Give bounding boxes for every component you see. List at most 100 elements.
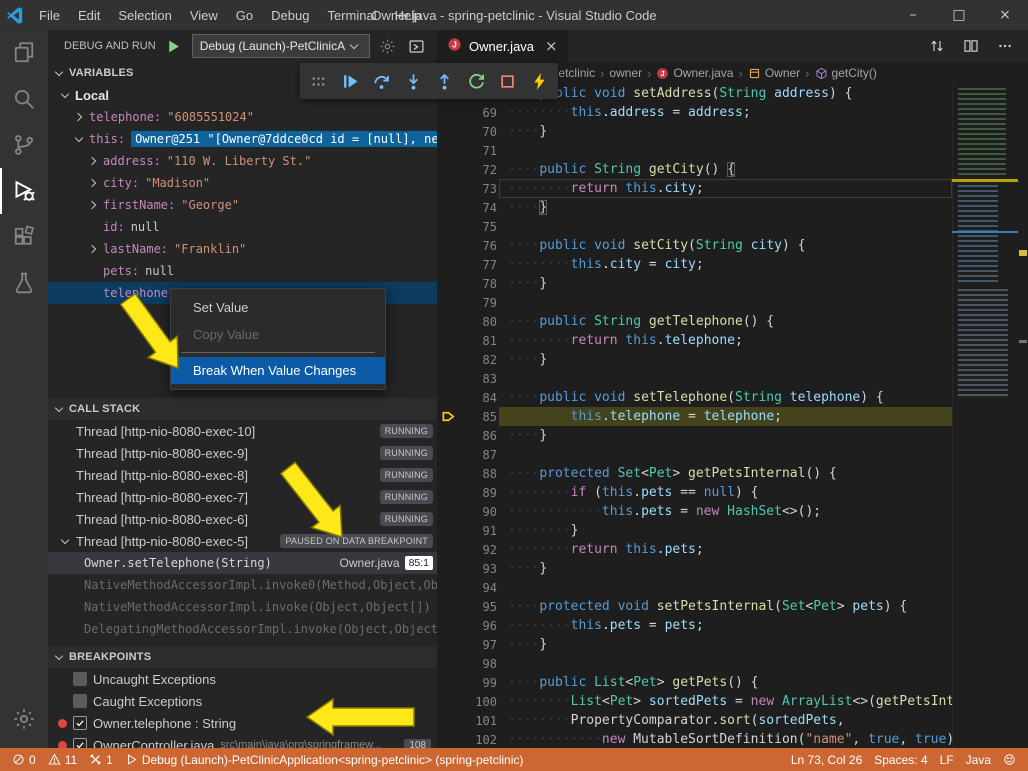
code-line-94[interactable]: 94 [437, 578, 952, 597]
code-line-70[interactable]: 70····} [437, 122, 952, 141]
code-line-78[interactable]: 78····} [437, 274, 952, 293]
gutter-margin[interactable] [437, 274, 459, 293]
gutter-margin[interactable] [437, 692, 459, 711]
stack-frame-row[interactable]: DelegatingMethodAccessorImpl.invoke(Obje… [48, 618, 437, 640]
breadcrumb-item[interactable]: Owner [748, 66, 800, 80]
gutter-margin[interactable] [437, 236, 459, 255]
continue-icon[interactable] [337, 68, 363, 94]
breakpoint-checkbox[interactable] [73, 738, 87, 748]
gutter-margin[interactable] [437, 141, 459, 160]
menu-help[interactable]: Help [386, 0, 431, 30]
code-line-93[interactable]: 93····} [437, 559, 952, 578]
code-line-96[interactable]: 96········this.pets = pets; [437, 616, 952, 635]
code-line-82[interactable]: 82····} [437, 350, 952, 369]
activity-explorer-icon[interactable] [0, 30, 48, 76]
code-line-98[interactable]: 98 [437, 654, 952, 673]
thread-row[interactable]: Thread [http-nio-8080-exec-10]RUNNING [48, 420, 437, 442]
gutter-margin[interactable] [437, 350, 459, 369]
step-over-icon[interactable] [369, 68, 395, 94]
code-line-79[interactable]: 79 [437, 293, 952, 312]
code-line-81[interactable]: 81········return this.telephone; [437, 331, 952, 350]
minimize-button[interactable]: – [890, 0, 936, 30]
gutter-margin[interactable] [437, 122, 459, 141]
code-line-69[interactable]: 69········this.address = address; [437, 103, 952, 122]
code-line-77[interactable]: 77········this.city = city; [437, 255, 952, 274]
thread-row[interactable]: Thread [http-nio-8080-exec-5]PAUSED ON D… [48, 530, 437, 552]
code-line-88[interactable]: 88····protected Set<Pet> getPetsInternal… [437, 464, 952, 483]
debug-config-dropdown[interactable]: Debug (Launch)-PetClinicA [192, 34, 370, 58]
thread-row[interactable]: Thread [http-nio-8080-exec-7]RUNNING [48, 486, 437, 508]
menu-terminal[interactable]: Terminal [318, 0, 385, 30]
gutter-margin[interactable] [437, 673, 459, 692]
minimap[interactable] [952, 84, 1018, 748]
code-line-80[interactable]: 80····public String getTelephone() { [437, 312, 952, 331]
status-errors[interactable]: 0 [12, 753, 36, 767]
stop-icon[interactable] [495, 68, 521, 94]
stack-frame-row[interactable]: Owner.setTelephone(String)Owner.java85:1 [48, 552, 437, 574]
start-debugging-button[interactable] [163, 35, 185, 57]
gutter-margin[interactable] [437, 654, 459, 673]
thread-row[interactable]: Thread [http-nio-8080-exec-8]RUNNING [48, 464, 437, 486]
breadcrumb-item[interactable]: petclinic [552, 66, 595, 80]
hot-code-replace-icon[interactable] [526, 68, 552, 94]
gutter-margin[interactable] [437, 559, 459, 578]
menu-view[interactable]: View [181, 0, 227, 30]
code-line-101[interactable]: 101········PropertyComparator.sort(sorte… [437, 711, 952, 730]
breakpoint-row[interactable]: Owner.telephone : String [48, 712, 437, 734]
code-line-75[interactable]: 75 [437, 217, 952, 236]
activity-source-control-icon[interactable] [0, 122, 48, 168]
gutter-margin[interactable] [437, 103, 459, 122]
breakpoint-checkbox[interactable] [73, 672, 87, 686]
menu-go[interactable]: Go [227, 0, 262, 30]
gutter-margin[interactable] [437, 293, 459, 312]
gutter-margin[interactable] [437, 730, 459, 748]
gutter-margin[interactable] [437, 255, 459, 274]
code-line-85[interactable]: 85········this.telephone = telephone; [437, 407, 952, 426]
activity-extensions-icon[interactable] [0, 214, 48, 260]
breakpoint-checkbox[interactable] [73, 694, 87, 708]
status-tasks[interactable]: 1 [89, 753, 113, 767]
gutter-margin[interactable] [437, 179, 459, 198]
code-line-76[interactable]: 76····public void setCity(String city) { [437, 236, 952, 255]
menu-selection[interactable]: Selection [109, 0, 180, 30]
code-line-90[interactable]: 90············this.pets = new HashSet<>(… [437, 502, 952, 521]
more-actions-icon[interactable] [992, 33, 1018, 59]
gutter-margin[interactable] [437, 369, 459, 388]
gutter-margin[interactable] [437, 198, 459, 217]
chevron-right-icon[interactable] [74, 111, 86, 123]
variable-row[interactable]: firstName:"George" [48, 194, 437, 216]
gutter-margin[interactable] [437, 616, 459, 635]
gutter-margin[interactable] [437, 445, 459, 464]
status-feedback[interactable] [1003, 753, 1016, 766]
close-button[interactable]: × [982, 0, 1028, 30]
tab-owner-java[interactable]: J Owner.java × [437, 30, 568, 62]
breakpoint-checkbox[interactable] [73, 716, 87, 730]
breakpoints-section-header[interactable]: BREAKPOINTS [48, 646, 437, 668]
chevron-right-icon[interactable] [88, 243, 100, 255]
menu-item-set-value[interactable]: Set Value [171, 294, 385, 321]
code-line-97[interactable]: 97····} [437, 635, 952, 654]
status-cursor-position[interactable]: Ln 73, Col 26 [791, 753, 862, 767]
menu-item-break-when-value-changes[interactable]: Break When Value Changes [171, 357, 385, 384]
stack-frame-row[interactable]: NativeMethodAccessorImpl.invoke(Object,O… [48, 596, 437, 618]
variable-row[interactable]: city:"Madison" [48, 172, 437, 194]
maximize-button[interactable]: □ [936, 0, 982, 30]
status-indentation[interactable]: Spaces: 4 [874, 753, 927, 767]
chevron-down-icon[interactable] [60, 89, 72, 101]
debug-console-button[interactable] [406, 35, 428, 57]
menu-item-copy-value[interactable]: Copy Value [171, 321, 385, 348]
variable-row[interactable]: telephone:"6085551024" [48, 106, 437, 128]
drag-icon[interactable] [306, 68, 332, 94]
gutter-margin[interactable] [437, 521, 459, 540]
code-line-72[interactable]: 72····public String getCity() { [437, 160, 952, 179]
gutter-margin[interactable] [437, 597, 459, 616]
step-out-icon[interactable] [432, 68, 458, 94]
breadcrumb-item[interactable]: JOwner.java [656, 66, 733, 80]
variable-row[interactable]: lastName:"Franklin" [48, 238, 437, 260]
chevron-right-icon[interactable] [88, 177, 100, 189]
debug-settings-gear-button[interactable] [377, 35, 399, 57]
activity-run-and-debug-icon[interactable] [0, 168, 48, 214]
menu-file[interactable]: File [30, 0, 69, 30]
variable-row[interactable]: pets:null [48, 260, 437, 282]
thread-row[interactable]: Thread [http-nio-8080-exec-6]RUNNING [48, 508, 437, 530]
